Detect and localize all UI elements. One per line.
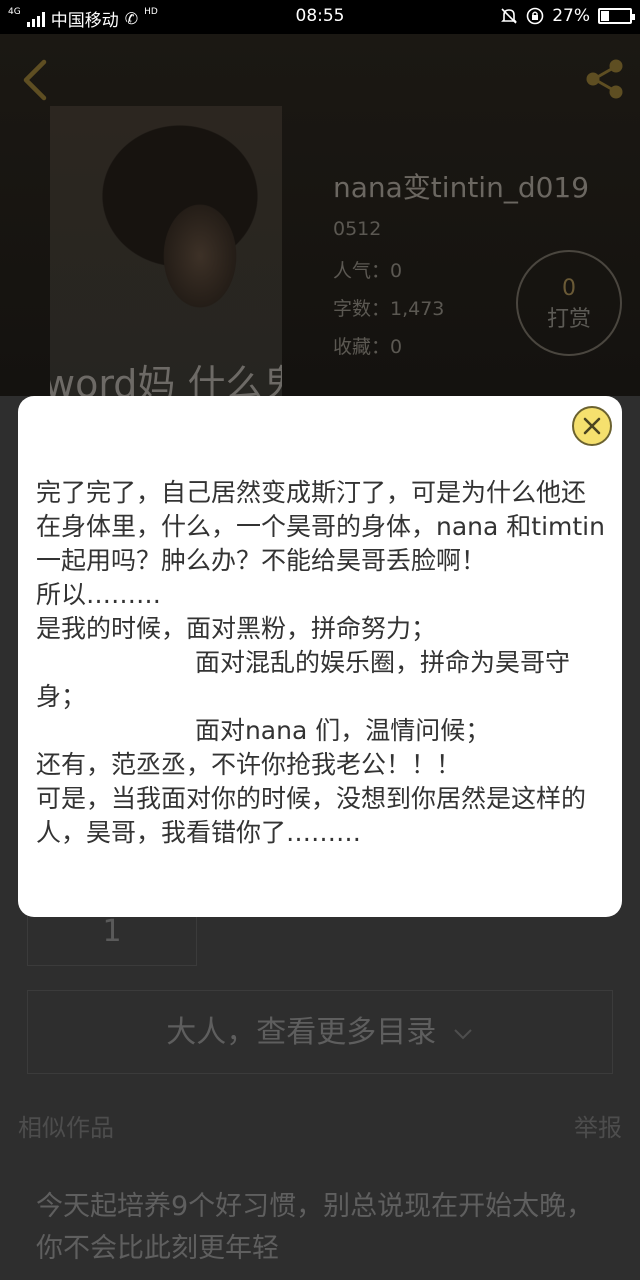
- favorites-stat: 收藏：0: [333, 336, 403, 358]
- battery-percent: 27%: [552, 6, 590, 26]
- book-cover-image: word妈 什么鬼: [50, 106, 282, 396]
- book-header: word妈 什么鬼 nana变tintin_d019 0512 人气：0 字数：…: [0, 34, 640, 396]
- mute-bell-icon: [501, 8, 518, 24]
- reward-count: 0: [562, 276, 576, 301]
- battery-icon: [598, 8, 635, 24]
- reward-button[interactable]: 0 打赏: [516, 250, 622, 356]
- share-icon[interactable]: [582, 56, 628, 102]
- synopsis-text: 完了完了，自己居然变成斯汀了，可是为什么他还在身体里，什么，一个昊哥的身体，na…: [36, 478, 605, 847]
- book-title: nana变tintin_d019: [333, 171, 590, 204]
- book-id: 0512: [333, 218, 382, 240]
- rotation-lock-icon: [526, 7, 544, 25]
- close-button[interactable]: [572, 406, 612, 446]
- synopsis-dialog: 完了完了，自己居然变成斯汀了，可是为什么他还在身体里，什么，一个昊哥的身体，na…: [18, 396, 622, 917]
- close-icon: [583, 417, 601, 435]
- chevron-down-icon: [454, 1028, 472, 1039]
- word-count-stat: 字数：1,473: [333, 298, 445, 320]
- cover-caption: word妈 什么鬼: [50, 362, 282, 396]
- status-bar: 4G 中国移动 ✆ HD 08:55 27%: [0, 0, 640, 34]
- reward-label: 打赏: [546, 307, 591, 332]
- back-arrow-icon[interactable]: [18, 58, 50, 102]
- popularity-stat: 人气：0: [333, 260, 403, 282]
- similar-work-item[interactable]: 今天起培养9个好习惯，别总说现在开始太晚，你不会比此刻更年轻: [36, 1186, 606, 1270]
- report-link[interactable]: 举报: [574, 1108, 622, 1143]
- more-catalog-label: 大人，查看更多目录: [166, 1015, 437, 1050]
- similar-works-heading: 相似作品: [18, 1114, 114, 1142]
- more-catalog-button[interactable]: 大人，查看更多目录: [27, 990, 613, 1074]
